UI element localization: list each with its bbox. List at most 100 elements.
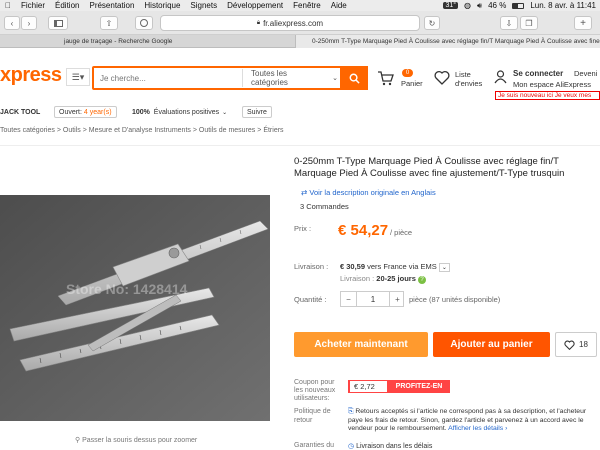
reload-button[interactable]: ↻ xyxy=(424,16,440,30)
quantity-decrease-button[interactable]: − xyxy=(341,292,357,306)
quantity-input[interactable]: 1 xyxy=(357,292,389,306)
shipping-label: Livraison : xyxy=(294,262,329,271)
wishlist-label-line1: Liste xyxy=(455,70,471,79)
breadcrumb-item[interactable]: Étriers xyxy=(263,127,283,134)
category-select-label: Toutes les catégories xyxy=(251,69,288,87)
tab-title: jauge de traçage - Recherche Google xyxy=(64,38,173,45)
menu-presentation[interactable]: Présentation xyxy=(84,1,139,10)
back-button[interactable]: ‹ xyxy=(4,16,20,30)
price-unit: / pièce xyxy=(390,228,413,237)
translate-link-text: Voir la description originale en Anglais xyxy=(309,188,436,197)
follow-store-button[interactable]: Suivre xyxy=(242,106,272,118)
wishlist-label[interactable]: Liste d'envies xyxy=(455,70,482,88)
tab-bar: jauge de traçage - Recherche Google 0-25… xyxy=(0,35,600,48)
categories-menu-button[interactable]: ☰▾ xyxy=(66,68,90,86)
caliper-illustration xyxy=(0,195,270,421)
sidebar-icon xyxy=(53,19,63,27)
tabs-overview-button[interactable]: ❐ xyxy=(520,16,538,30)
share-button[interactable]: ⇧ xyxy=(100,16,118,30)
battery-percent[interactable]: 46 % xyxy=(488,1,506,10)
positive-feedback[interactable]: 100% Évaluations positives ⌄ xyxy=(132,106,227,118)
sidebar-button[interactable] xyxy=(48,16,68,30)
apple-icon[interactable]:  xyxy=(0,1,16,10)
store-name[interactable]: JACK TOOL xyxy=(0,106,40,118)
extension-button[interactable] xyxy=(135,16,153,30)
breadcrumb-item[interactable]: Mesure et D'analyse Instruments xyxy=(89,127,191,134)
product-title: 0-250mm T-Type Marquage Pied À Coulisse … xyxy=(294,156,565,179)
signin-link[interactable]: Se connecter xyxy=(513,69,563,78)
breadcrumb: Toutes catégories > Outils > Mesure et D… xyxy=(0,127,600,139)
url-bar[interactable]: 🔒︎ fr.aliexpress.com xyxy=(160,15,420,31)
tab-aliexpress-product[interactable]: 0-250mm T-Type Marquage Pied À Coulisse … xyxy=(296,35,600,48)
buy-now-button[interactable]: Acheter maintenant xyxy=(294,332,428,357)
shipping-destination: vers France via EMS xyxy=(367,262,437,271)
menu-developpement[interactable]: Développement xyxy=(222,1,288,10)
quantity-stepper: − 1 + xyxy=(340,291,404,307)
store-watermark: Store No: 1428414 xyxy=(66,281,188,297)
wifi-icon[interactable]: ◍ xyxy=(464,1,471,10)
cart-link[interactable] xyxy=(377,70,394,88)
search-button[interactable] xyxy=(340,66,368,90)
help-icon[interactable]: ? xyxy=(417,276,426,284)
cart-label[interactable]: Panier xyxy=(401,79,423,88)
battery-icon[interactable] xyxy=(512,2,525,9)
returns-policy-text: ⎘ Retours acceptés si l'article ne corre… xyxy=(348,408,600,434)
menu-signets[interactable]: Signets xyxy=(185,1,222,10)
add-to-cart-button[interactable]: Ajouter au panier xyxy=(433,332,550,357)
price-label: Prix : xyxy=(294,224,312,233)
coupon-claim-button[interactable]: PROFITEZ-EN xyxy=(388,380,450,393)
shipping-option-select[interactable]: € 30,59 vers France via EMS ⌄ xyxy=(340,262,450,272)
delivery-estimate: Livraison : 20-25 jours ? xyxy=(340,274,426,284)
menu-fichier[interactable]: Fichier xyxy=(16,1,50,10)
forward-button[interactable]: › xyxy=(21,16,37,30)
breadcrumb-item[interactable]: Toutes catégories xyxy=(0,127,55,134)
category-select[interactable]: Toutes les catégories ⌄ xyxy=(242,69,338,87)
temperature-status[interactable]: 31° xyxy=(443,2,459,9)
breadcrumb-item[interactable]: Outils xyxy=(63,127,81,134)
menu-edition[interactable]: Édition xyxy=(50,1,84,10)
returns-details-link[interactable]: Afficher les détails xyxy=(448,425,503,432)
new-user-banner[interactable]: Je suis nouveau ici Je veux mes xyxy=(495,91,600,100)
browser-toolbar: ‹ › ⇧ 🔒︎ fr.aliexpress.com ↻ ⇩ ❐ + xyxy=(0,11,600,35)
clock-icon: ◷ xyxy=(348,443,355,450)
store-open-since[interactable]: Ouvert: 4 year(s) xyxy=(54,106,117,118)
tab-title: 0-250mm T-Type Marquage Pied À Coulisse … xyxy=(312,38,600,45)
menu-historique[interactable]: Historique xyxy=(139,1,185,10)
cart-icon xyxy=(378,71,394,86)
account-link[interactable]: Mon espace AliExpress xyxy=(513,80,591,89)
new-tab-button[interactable]: + xyxy=(574,16,592,30)
user-link[interactable] xyxy=(494,70,507,86)
divider xyxy=(0,145,600,146)
delivery-days: 20-25 jours xyxy=(376,274,416,283)
wishlist-button[interactable]: 18 xyxy=(555,332,597,357)
clock[interactable]: Lun. 8 avr. à 11:41 xyxy=(530,1,596,10)
zoom-hint-text: Passer la souris dessus pour zoomer xyxy=(82,437,198,444)
menu-aide[interactable]: Aide xyxy=(326,1,352,10)
downloads-button[interactable]: ⇩ xyxy=(500,16,518,30)
menu-icon: ☰▾ xyxy=(71,71,85,82)
lock-icon: 🔒︎ xyxy=(256,19,261,26)
volume-icon[interactable]: 🔊︎ xyxy=(477,1,482,11)
positive-pct: 100% xyxy=(132,108,150,116)
guarantee-label: Garanties du xyxy=(294,442,335,449)
returns-icon: ⎘ xyxy=(348,408,354,415)
become-seller-link[interactable]: Deveni xyxy=(574,69,597,78)
orders-count: 3 Commandes xyxy=(300,202,349,211)
aliexpress-logo[interactable]: xpress xyxy=(0,64,62,87)
tab-google-search[interactable]: jauge de traçage - Recherche Google xyxy=(0,35,296,48)
menu-fenetre[interactable]: Fenêtre xyxy=(288,1,326,10)
search-input[interactable] xyxy=(100,71,240,85)
url-text: fr.aliexpress.com xyxy=(263,18,324,28)
heart-icon xyxy=(434,70,450,85)
zoom-hint: ⚲ Passer la souris dessus pour zoomer xyxy=(75,436,197,444)
breadcrumb-item[interactable]: Outils de mesures xyxy=(199,127,255,134)
quantity-increase-button[interactable]: + xyxy=(389,292,405,306)
chevron-down-icon: ⌄ xyxy=(438,263,450,272)
extension-icon xyxy=(140,19,148,27)
translate-link[interactable]: ⇄ Voir la description originale en Angla… xyxy=(301,188,436,197)
wishlist-label-line2: d'envies xyxy=(455,79,483,88)
open-label: Ouvert: xyxy=(59,108,82,116)
wishlist-link[interactable] xyxy=(434,70,450,87)
product-image[interactable]: Store No: 1428414 xyxy=(0,195,270,421)
stock-info: pièce (87 unités disponible) xyxy=(409,295,501,304)
